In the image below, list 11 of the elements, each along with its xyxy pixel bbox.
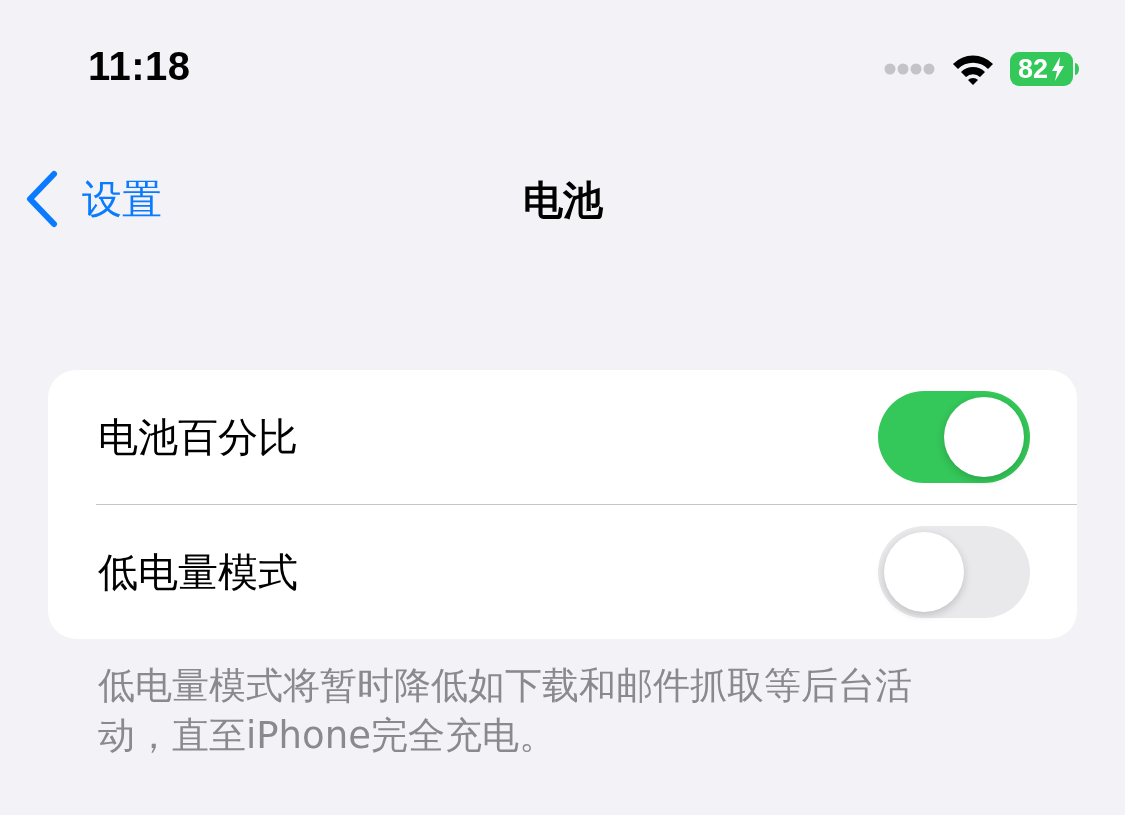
status-time: 11:18 — [88, 44, 191, 89]
signal-dots-icon — [883, 63, 936, 75]
chevron-left-icon — [24, 170, 58, 228]
page-title: 电池 — [522, 175, 603, 225]
setting-label: 低电量模式 — [98, 547, 298, 597]
battery-cap-icon — [1075, 63, 1079, 75]
footer-note: 低电量模式将暂时降低如下载和邮件抓取等后台活动，直至iPhone完全充电。 — [98, 663, 913, 759]
back-button[interactable]: 设置 — [24, 170, 162, 228]
bolt-icon — [1051, 57, 1065, 81]
setting-label: 电池百分比 — [98, 412, 298, 462]
battery-indicator: 82 — [1009, 52, 1073, 86]
